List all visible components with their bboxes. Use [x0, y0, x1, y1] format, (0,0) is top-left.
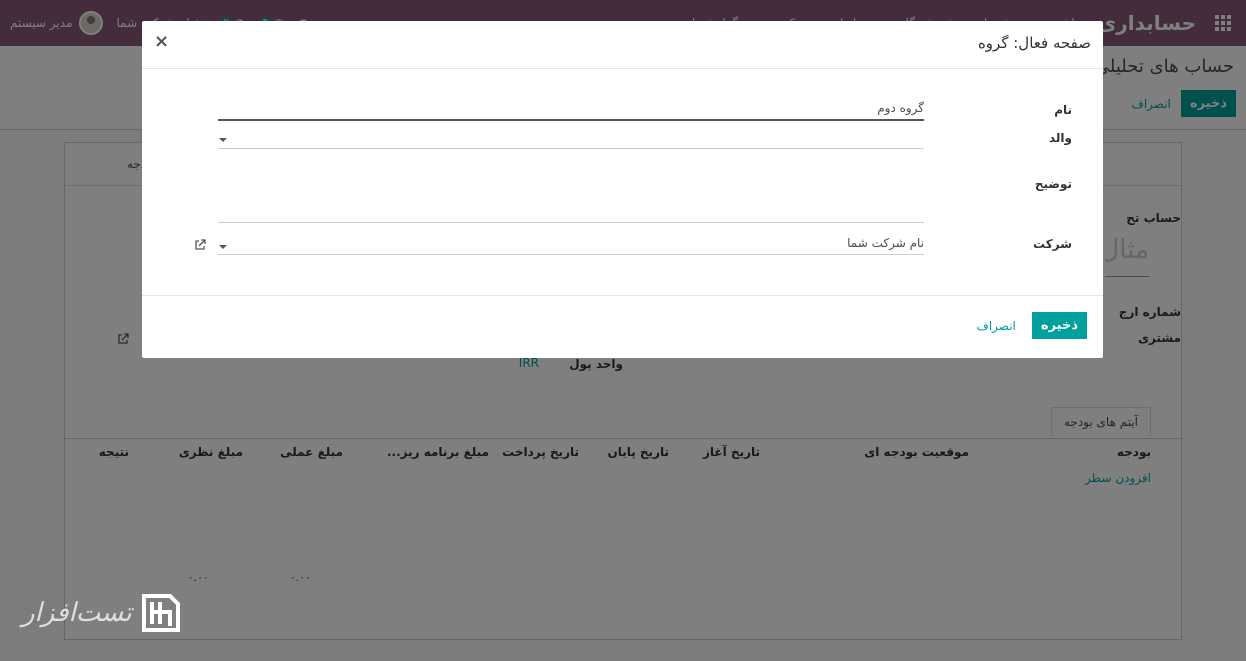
parent-dropdown-icon[interactable] [219, 138, 227, 142]
description-textarea[interactable] [218, 177, 924, 223]
company-label: شرکت [1033, 237, 1072, 251]
watermark-text: تست‌افزار [22, 598, 132, 628]
name-input[interactable] [218, 99, 924, 121]
close-icon[interactable]: × [154, 31, 169, 52]
parent-select[interactable] [218, 127, 924, 149]
description-label: توضیح [1034, 177, 1072, 191]
group-dialog: صفحه فعال: گروه × نام والد توضیح شرکت ذخ… [142, 21, 1103, 358]
name-label: نام [1054, 103, 1072, 117]
company-select[interactable] [218, 233, 924, 255]
watermark: تست‌افزار [22, 592, 182, 634]
company-dropdown-icon[interactable] [219, 245, 227, 249]
dialog-buttons: ذخیره انصراف [976, 312, 1087, 339]
parent-label: والد [1048, 131, 1072, 145]
watermark-logo-icon [141, 594, 180, 632]
dialog-title: صفحه فعال: گروه [977, 34, 1091, 52]
dialog-header: صفحه فعال: گروه × [142, 21, 1103, 69]
external-link-icon[interactable] [194, 239, 206, 251]
dialog-save-button[interactable]: ذخیره [1031, 312, 1087, 339]
dialog-discard-button[interactable]: انصراف [976, 319, 1015, 333]
dialog-footer: ذخیره انصراف [142, 296, 1103, 356]
dialog-body: نام والد توضیح شرکت [142, 69, 1103, 296]
